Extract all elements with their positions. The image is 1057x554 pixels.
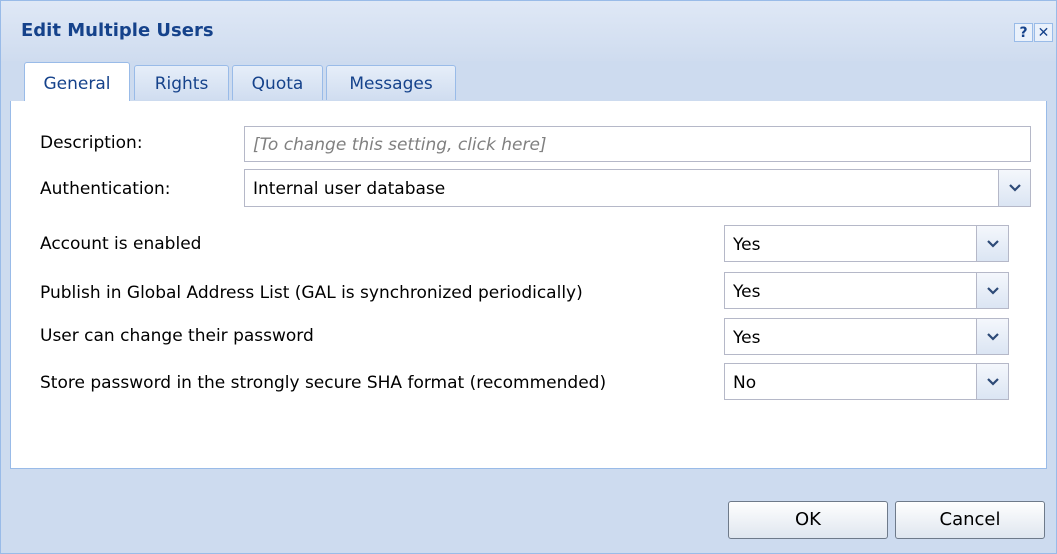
sha-format-select[interactable]: No	[724, 363, 1009, 400]
account-enabled-label: Account is enabled	[40, 234, 202, 254]
description-label: Description:	[40, 133, 143, 153]
chevron-down-icon[interactable]	[976, 273, 1008, 308]
tab-strip: General Rights Quota Messages	[10, 61, 1047, 102]
tab-general[interactable]: General	[24, 62, 130, 102]
tab-messages[interactable]: Messages	[326, 65, 456, 100]
authentication-value: Internal user database	[253, 179, 446, 199]
tab-quota[interactable]: Quota	[232, 65, 323, 100]
publish-gal-select[interactable]: Yes	[724, 272, 1009, 309]
tab-rights[interactable]: Rights	[134, 65, 229, 100]
edit-multiple-users-dialog: Edit Multiple Users ? ✕ General Rights Q…	[0, 0, 1057, 554]
dialog-titlebar[interactable]: Edit Multiple Users ? ✕	[1, 1, 1056, 61]
change-password-value: Yes	[733, 328, 761, 348]
chevron-down-icon[interactable]	[976, 226, 1008, 261]
authentication-label: Authentication:	[40, 179, 171, 199]
ok-button[interactable]: OK	[728, 501, 888, 539]
sha-format-label: Store password in the strongly secure SH…	[40, 373, 607, 393]
description-field[interactable]: [To change this setting, click here]	[244, 126, 1031, 162]
publish-gal-value: Yes	[733, 282, 761, 302]
chevron-down-icon[interactable]	[976, 319, 1008, 354]
publish-gal-label: Publish in Global Address List (GAL is s…	[40, 283, 583, 303]
authentication-select[interactable]: Internal user database	[244, 169, 1031, 207]
cancel-button[interactable]: Cancel	[895, 501, 1045, 539]
change-password-label: User can change their password	[40, 326, 314, 346]
change-password-select[interactable]: Yes	[724, 318, 1009, 355]
chevron-down-icon[interactable]	[998, 170, 1030, 206]
general-panel: Description: [To change this setting, cl…	[10, 101, 1047, 469]
close-icon[interactable]: ✕	[1034, 23, 1053, 42]
account-enabled-value: Yes	[733, 235, 761, 255]
chevron-down-icon[interactable]	[976, 364, 1008, 399]
account-enabled-select[interactable]: Yes	[724, 225, 1009, 262]
description-placeholder: [To change this setting, click here]	[253, 135, 547, 155]
help-icon[interactable]: ?	[1014, 23, 1033, 42]
sha-format-value: No	[733, 373, 757, 393]
dialog-title: Edit Multiple Users	[21, 20, 214, 41]
